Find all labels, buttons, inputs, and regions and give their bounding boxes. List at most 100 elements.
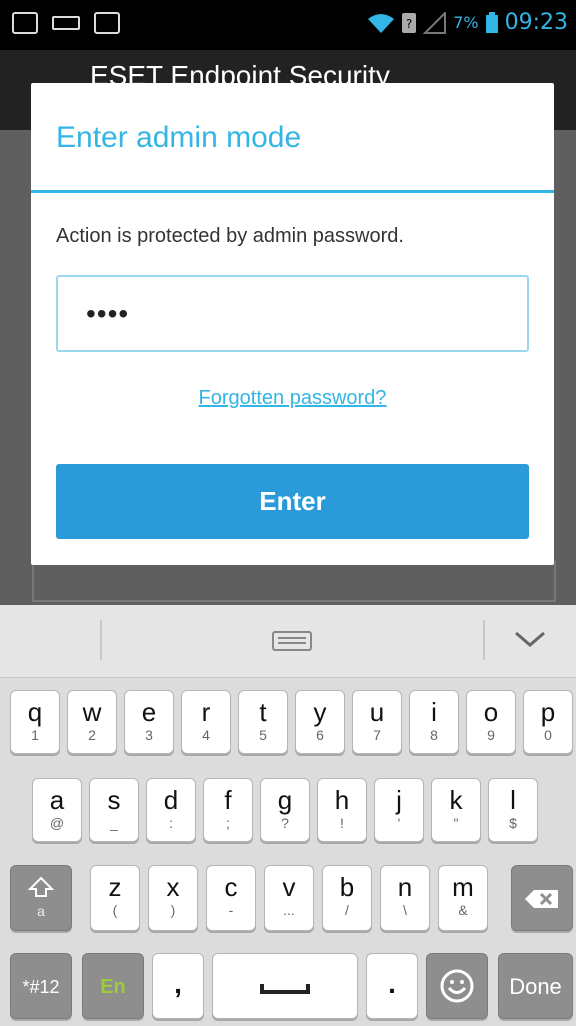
key-main-label: f [224, 785, 232, 815]
backspace-icon [525, 890, 558, 908]
key-sub-label: 2 [88, 727, 96, 743]
key-j[interactable]: j ' [374, 778, 424, 842]
symbols-label: *#12 [22, 977, 60, 997]
key-main-label: x [166, 872, 180, 902]
key-q[interactable]: q1 [10, 690, 60, 754]
dialog-title: Enter admin mode [56, 121, 302, 154]
keyboard-toolbar [0, 605, 576, 677]
emoji-key[interactable] [426, 953, 488, 1019]
key-sub-label: 6 [316, 727, 324, 743]
key-sub-label: ? [281, 815, 289, 831]
key-e[interactable]: e3 [124, 690, 174, 754]
key-main-label: z [108, 872, 122, 902]
period-key[interactable]: . [366, 953, 418, 1019]
comma-key[interactable]: , [152, 953, 204, 1019]
key-sub-label: ! [340, 815, 344, 831]
key-main-label: q [27, 697, 43, 727]
shift-key[interactable]: a [10, 865, 72, 931]
enter-button[interactable]: Enter [56, 464, 529, 539]
wifi-icon [368, 13, 395, 33]
key-sub-label: @ [49, 815, 65, 831]
key-v[interactable]: v... [264, 865, 314, 931]
key-sub-label: " [453, 815, 459, 831]
key-f[interactable]: f; [203, 778, 253, 842]
key-main-label: k [449, 785, 463, 815]
key-w[interactable]: w2 [67, 690, 117, 754]
sim-icon: ? [402, 12, 417, 33]
signal-icon [423, 11, 447, 34]
key-y[interactable]: y6 [295, 690, 345, 754]
key-main-label: m [452, 872, 474, 902]
key-sub-label: ' [397, 815, 401, 831]
key-k[interactable]: k " [431, 778, 481, 842]
space-key[interactable] [212, 953, 358, 1019]
key-main-label: e [141, 697, 157, 727]
key-sub-label: ... [283, 902, 295, 918]
key-sub-label: 8 [430, 727, 438, 743]
password-field[interactable]: •••• [56, 275, 529, 352]
key-s[interactable]: s _ [89, 778, 139, 842]
space-bar-icon [260, 984, 310, 994]
key-sub-label: 4 [202, 727, 210, 743]
key-main-label: p [540, 697, 556, 727]
key-m[interactable]: m & [438, 865, 488, 931]
language-key[interactable]: En [82, 953, 144, 1019]
media-notification-icon [94, 12, 120, 34]
smiley-icon [440, 969, 474, 1003]
key-sub-label: ( [112, 902, 118, 918]
key-main-label: j [396, 785, 402, 815]
key-sub-label: - [228, 902, 234, 918]
done-label: Done [509, 974, 562, 999]
key-r[interactable]: r4 [181, 690, 231, 754]
toolbar-divider [483, 620, 485, 660]
key-h[interactable]: h! [317, 778, 367, 842]
key-main-label: o [483, 697, 499, 727]
key-main-label: l [510, 785, 516, 815]
key-l[interactable]: l $ [488, 778, 538, 842]
key-z[interactable]: z( [90, 865, 140, 931]
key-o[interactable]: o9 [466, 690, 516, 754]
key-main-label: y [313, 697, 327, 727]
key-g[interactable]: g? [260, 778, 310, 842]
key-t[interactable]: t5 [238, 690, 288, 754]
key-n[interactable]: n \ [380, 865, 430, 931]
key-sub-label: \ [403, 902, 407, 918]
key-d[interactable]: d: [146, 778, 196, 842]
key-a[interactable]: a @ [32, 778, 82, 842]
key-sub-label: / [345, 902, 349, 918]
key-main-label: s [107, 785, 121, 815]
key-p[interactable]: p0 [523, 690, 573, 754]
battery-percent: 7% [453, 13, 479, 32]
key-sub-label: 0 [544, 727, 552, 743]
hide-keyboard-chevron-icon[interactable] [512, 627, 548, 651]
key-main-label: v [282, 872, 296, 902]
admin-mode-dialog: Enter admin mode Action is protected by … [31, 83, 554, 565]
done-key[interactable]: Done [498, 953, 573, 1019]
toolbar-divider [100, 620, 102, 660]
svg-text:?: ? [406, 17, 412, 31]
symbols-key[interactable]: *#12 [10, 953, 72, 1019]
key-u[interactable]: u7 [352, 690, 402, 754]
backspace-key[interactable] [511, 865, 573, 931]
battery-charging-icon [485, 11, 498, 33]
forgotten-password-link[interactable]: Forgotten password? [31, 387, 554, 410]
keyboard-icon[interactable] [272, 631, 312, 651]
comma-label: , [174, 968, 182, 999]
key-main-label: c [224, 872, 238, 902]
key-b[interactable]: b / [322, 865, 372, 931]
key-sub-label: 5 [259, 727, 267, 743]
dialog-title-divider [31, 190, 554, 193]
key-main-label: i [431, 697, 437, 727]
language-label: En [100, 976, 126, 998]
key-main-label: h [334, 785, 350, 815]
key-c[interactable]: c- [206, 865, 256, 931]
key-main-label: b [339, 872, 355, 902]
shift-arrow-icon [27, 876, 55, 897]
key-x[interactable]: x) [148, 865, 198, 931]
key-sub-label: : [169, 815, 173, 831]
key-i[interactable]: i8 [409, 690, 459, 754]
key-sub-label: & [458, 902, 468, 918]
dialog-message: Action is protected by admin password. [56, 225, 404, 247]
gallery-notification-icon [12, 12, 38, 34]
keyboard: q1w2e3r4t5y6u7i8o9p0 a @ s _ d: f; g? h! j ' k " l $ … [0, 677, 576, 1026]
